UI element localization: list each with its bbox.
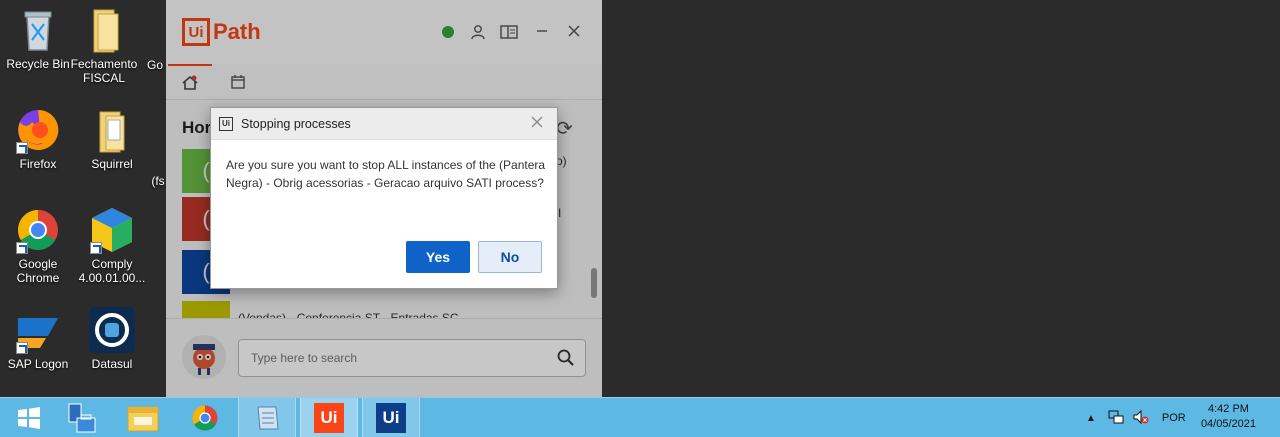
desktop-icon-google-chrome[interactable]: Google Chrome	[0, 206, 76, 285]
clock[interactable]: 4:42 PM 04/05/2021	[1201, 402, 1256, 432]
dialog-close-icon[interactable]	[531, 115, 543, 132]
desktop-icon-datasul[interactable]: Datasul	[74, 306, 150, 371]
recycle-bin-icon	[14, 6, 62, 54]
start-button[interactable]	[0, 398, 58, 437]
desktop-icon-recycle-bin[interactable]: Recycle Bin	[0, 6, 76, 71]
shortcut-arrow-icon	[16, 242, 28, 254]
show-hidden-icons-icon[interactable]: ▲	[1086, 413, 1096, 424]
dialog-title: Stopping processes	[241, 116, 351, 131]
desktop-icon-sap-logon[interactable]: SAP Logon	[0, 306, 76, 371]
folder-icon	[80, 6, 128, 54]
desktop-icon-label: Google Chrome	[16, 257, 60, 285]
taskbar-file-explorer[interactable]	[114, 398, 172, 437]
volume-muted-icon[interactable]	[1132, 409, 1150, 428]
taskbar-uipath-assistant[interactable]: Ui	[300, 398, 358, 437]
desktop-icon-label: Fechamento FISCAL	[70, 57, 138, 85]
desktop-icon-comply[interactable]: Comply 4.00.01.00...	[74, 206, 150, 285]
desktop-icon-label: Comply 4.00.01.00...	[78, 257, 146, 285]
desktop-icon-squirrel[interactable]: Squirrel	[74, 106, 150, 171]
taskbar-chrome[interactable]	[176, 398, 234, 437]
datasul-icon	[88, 306, 136, 354]
desktop-icon-label: Squirrel	[91, 157, 133, 171]
clock-time: 4:42 PM	[1207, 403, 1249, 415]
windows-logo-icon	[18, 407, 40, 429]
shortcut-arrow-icon	[16, 342, 28, 354]
uipath-studio-icon: Ui	[376, 403, 406, 433]
taskbar-uipath-studio[interactable]: Ui	[362, 398, 420, 437]
input-language[interactable]: POR	[1162, 412, 1186, 424]
shortcut-arrow-icon	[16, 142, 28, 154]
comply-icon	[88, 206, 136, 254]
yes-button[interactable]: Yes	[406, 241, 470, 273]
taskbar: Ui Ui ▲ POR 4:42 PM 04/05/2021	[0, 397, 1280, 437]
chrome-icon	[192, 405, 218, 431]
desktop-icon-fechamento-fiscal[interactable]: Fechamento FISCAL	[66, 6, 142, 85]
taskbar-server-manager[interactable]	[52, 398, 110, 437]
no-button[interactable]: No	[478, 241, 542, 273]
dialog-message: Are you sure you want to stop ALL instan…	[226, 158, 546, 190]
file-explorer-icon	[127, 406, 159, 432]
chrome-icon	[14, 206, 62, 254]
desktop-icon-firefox[interactable]: Firefox	[0, 106, 76, 171]
taskbar-notepad[interactable]	[238, 398, 296, 437]
desktop-icon-label: SAP Logon	[7, 357, 69, 371]
stop-process-dialog: Ui Stopping processes Are you sure you w…	[210, 107, 558, 289]
system-tray: ▲ POR	[1086, 398, 1186, 437]
sap-logon-icon	[14, 306, 62, 354]
uipath-assistant-icon: Ui	[314, 403, 344, 433]
uipath-app-icon: Ui	[219, 116, 233, 131]
desktop-icon-label: Recycle Bin	[6, 57, 70, 71]
shortcut-arrow-icon	[90, 242, 102, 254]
network-icon[interactable]	[1108, 409, 1124, 428]
desktop-icon-label: Datasul	[91, 357, 133, 371]
dialog-title-bar[interactable]: Ui Stopping processes	[211, 108, 557, 140]
desktop-icon-label: Firefox	[19, 157, 57, 171]
clock-date: 04/05/2021	[1200, 418, 1256, 430]
folder-icon	[88, 106, 136, 154]
firefox-icon	[14, 106, 62, 154]
server-manager-icon	[68, 403, 96, 433]
notepad-icon	[257, 406, 279, 430]
